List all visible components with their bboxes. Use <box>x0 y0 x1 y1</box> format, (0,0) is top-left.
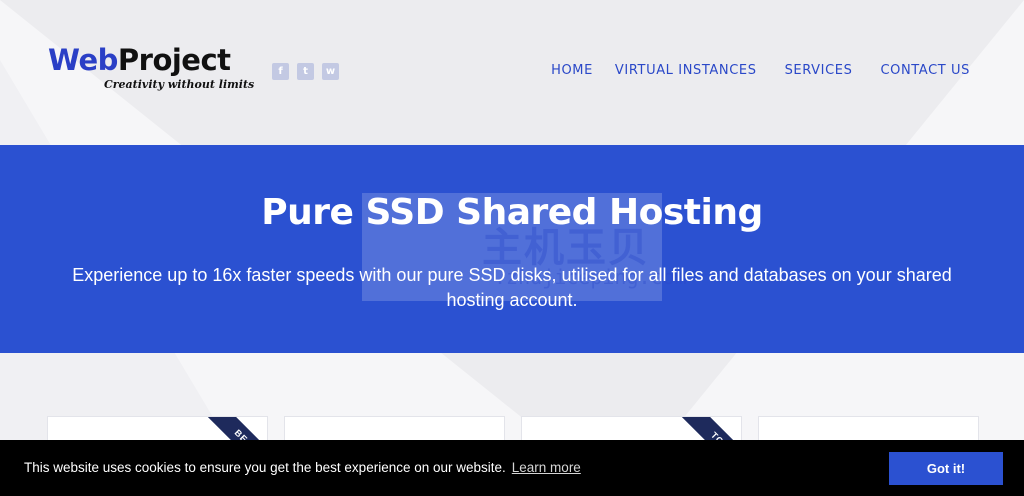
logo-wordmark: WebProject <box>48 44 248 76</box>
logo-project: Project <box>117 43 231 77</box>
cookie-banner: This website uses cookies to ensure you … <box>0 440 1024 496</box>
learn-more-link[interactable]: Learn more <box>512 460 581 475</box>
site-header: WebProject Creativity without limits f t… <box>0 0 1024 145</box>
main-nav: HOME VIRTUAL INSTANCES SERVICES CONTACT … <box>551 63 970 79</box>
accept-cookies-button[interactable]: Got it! <box>889 452 1003 485</box>
hero-banner: 主机玉贝 .zhujiceping.com Pure SSD Shared Ho… <box>0 145 1024 353</box>
nav-virtual-instances[interactable]: VIRTUAL INSTANCES <box>615 63 757 79</box>
whatsapp-icon[interactable]: w <box>322 63 339 80</box>
site-logo[interactable]: WebProject Creativity without limits <box>48 44 254 96</box>
social-links: f t w <box>272 63 339 80</box>
nav-home[interactable]: HOME <box>551 63 593 79</box>
page-title: Pure SSD Shared Hosting <box>261 192 763 233</box>
nav-contact-us[interactable]: CONTACT US <box>880 63 970 79</box>
twitter-icon[interactable]: t <box>297 63 314 80</box>
logo-tagline: Creativity without limits <box>104 78 255 91</box>
facebook-icon[interactable]: f <box>272 63 289 80</box>
nav-services[interactable]: SERVICES <box>785 63 853 79</box>
logo-web: Web <box>48 43 118 77</box>
page-subtitle: Experience up to 16x faster speeds with … <box>72 265 952 310</box>
cookie-message-wrap: This website uses cookies to ensure you … <box>24 460 581 476</box>
cookie-message: This website uses cookies to ensure you … <box>24 460 506 475</box>
